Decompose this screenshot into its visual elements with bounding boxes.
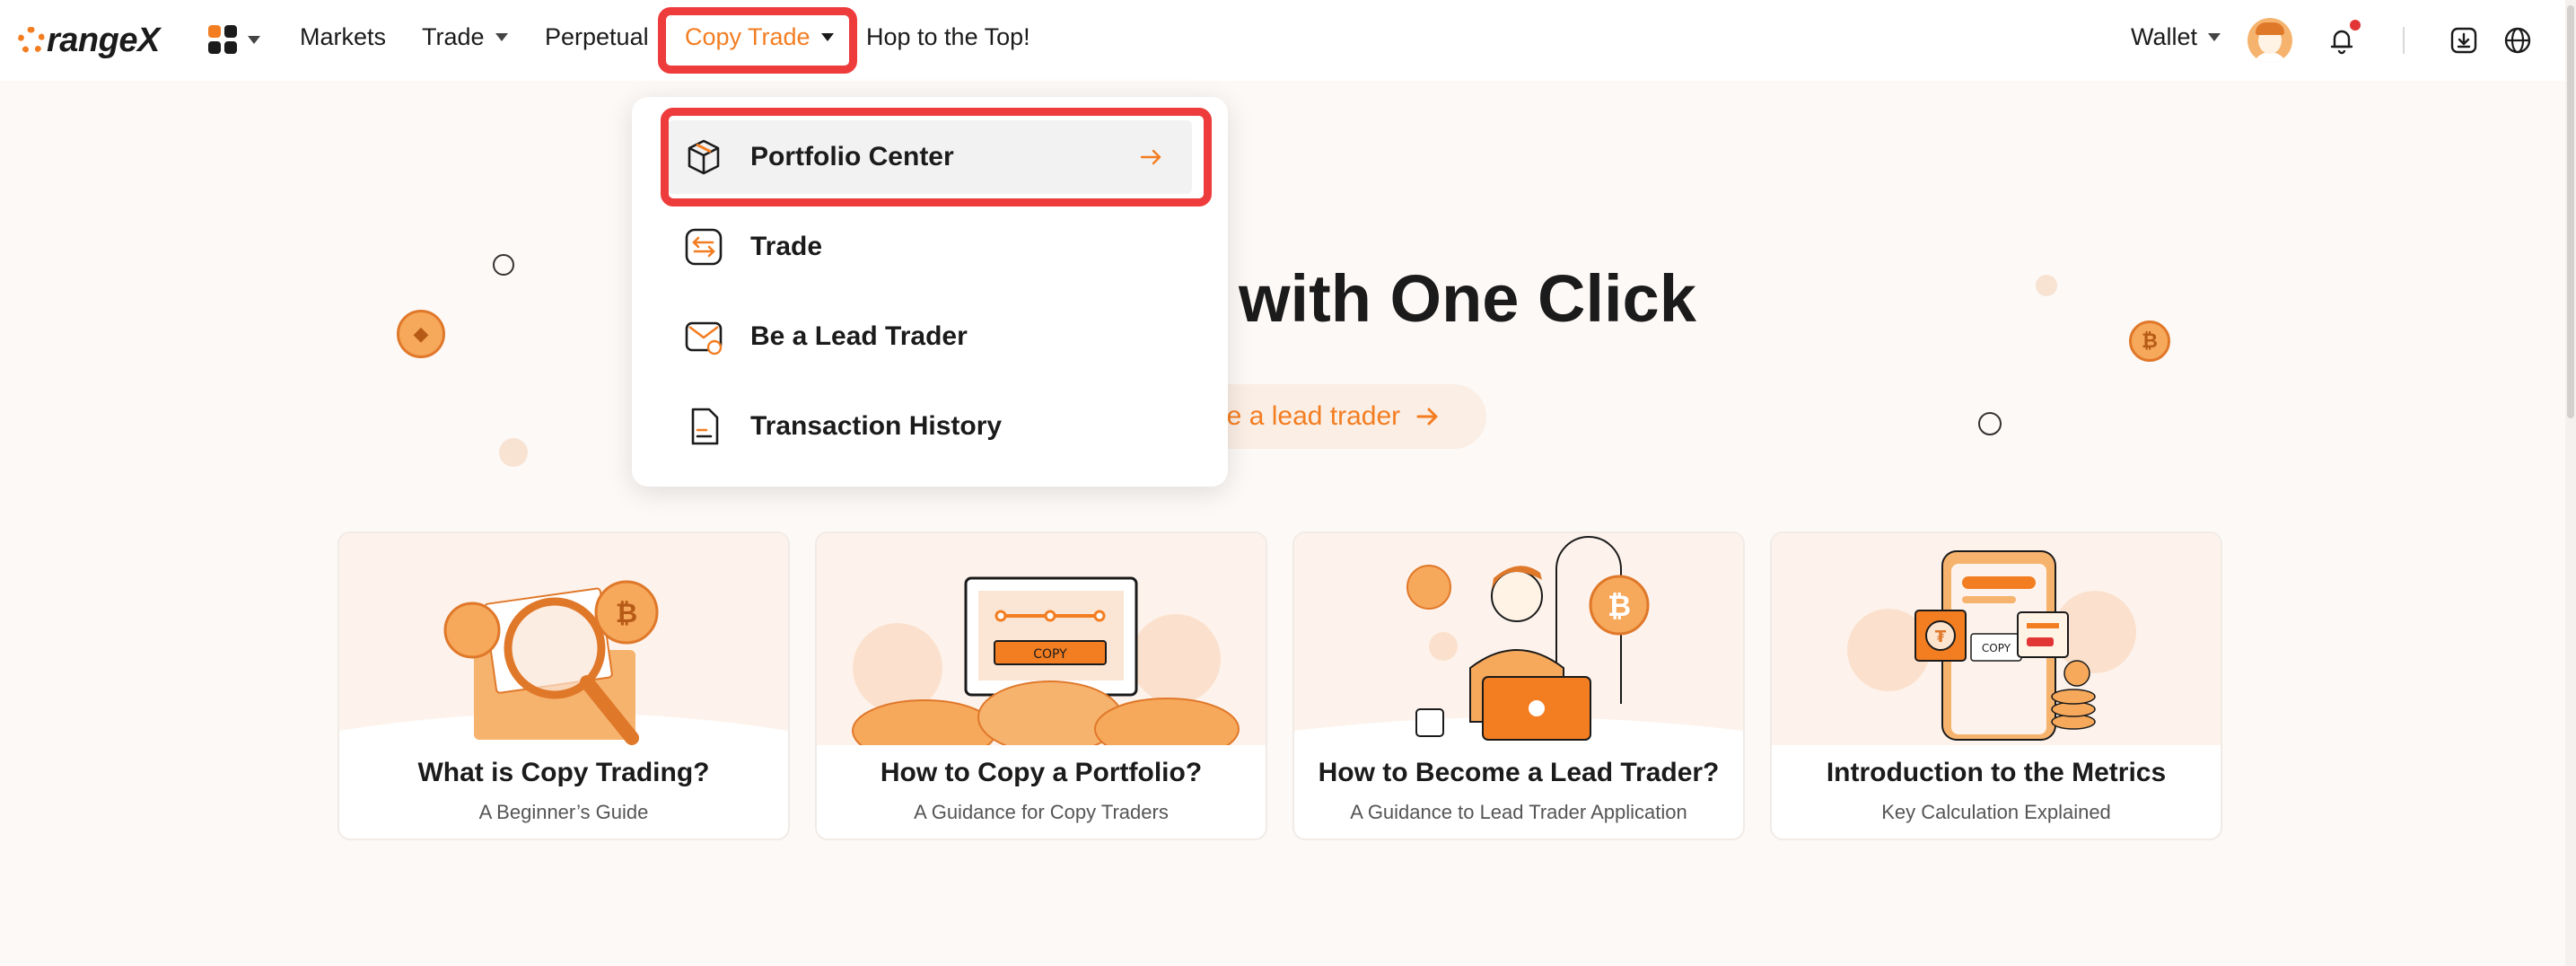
mail-icon bbox=[685, 321, 723, 356]
nav-divider bbox=[2403, 27, 2405, 54]
menu-item-label: Transaction History bbox=[750, 411, 1003, 441]
scrollbar-thumb[interactable] bbox=[2567, 5, 2574, 418]
nav-markets-label: Markets bbox=[300, 23, 387, 50]
card-subtitle: A Guidance for Copy Traders bbox=[914, 801, 1169, 823]
menu-item-transaction-history[interactable]: Transaction History bbox=[668, 390, 1192, 463]
globe-icon[interactable] bbox=[2502, 25, 2533, 56]
decor-dot bbox=[2036, 275, 2057, 296]
laptop-illustration: COPY bbox=[817, 533, 1266, 745]
menu-item-portfolio-center[interactable]: Portfolio Center bbox=[668, 120, 1192, 194]
swap-icon bbox=[685, 228, 723, 266]
clock-decoration-icon bbox=[1978, 412, 2002, 435]
card-title: How to Become a Lead Trader? bbox=[1318, 758, 1720, 787]
card-subtitle: A Guidance to Lead Trader Application bbox=[1350, 801, 1687, 823]
notification-dot bbox=[2350, 20, 2361, 31]
svg-text:₿: ₿ bbox=[1608, 589, 1631, 623]
svg-text:₮: ₮ bbox=[1935, 628, 1947, 646]
hero-title: with One Click bbox=[1239, 261, 1696, 336]
svg-text:COPY: COPY bbox=[1982, 642, 2011, 654]
card-what-is-copy-trading[interactable]: ₿ What is Copy Trading? A Beginner’s Gui… bbox=[337, 531, 790, 840]
card-title: Introduction to the Metrics bbox=[1826, 758, 2167, 787]
nav-perpetual-label: Perpetual bbox=[545, 23, 649, 50]
svg-text:₿: ₿ bbox=[616, 598, 637, 629]
nav-trade[interactable]: Trade bbox=[422, 23, 508, 51]
nav-hop-label: Hop to the Top! bbox=[866, 23, 1030, 50]
card-title: How to Copy a Portfolio? bbox=[880, 758, 1203, 787]
menu-item-label: Portfolio Center bbox=[750, 142, 954, 171]
card-how-to-become-a-lead-trader[interactable]: ₿ How to Become a Lead Trader? A Guidanc… bbox=[1292, 531, 1745, 840]
coin-decoration-icon: ◆ bbox=[397, 310, 445, 358]
nav-copy-trade-label: Copy Trade bbox=[685, 23, 810, 50]
menu-item-label: Be a Lead Trader bbox=[750, 321, 968, 351]
chevron-down-icon bbox=[248, 35, 260, 44]
magnifier-illustration: ₿ bbox=[339, 533, 788, 745]
orangex-logo[interactable]: rangeX bbox=[18, 18, 160, 63]
arrow-right-icon bbox=[1140, 149, 1161, 165]
metrics-phone-illustration: ₮ COPY bbox=[1772, 533, 2221, 745]
download-icon[interactable] bbox=[2449, 25, 2479, 56]
nav-hop-to-the-top[interactable]: Hop to the Top! bbox=[866, 23, 1030, 51]
chevron-down-icon bbox=[820, 33, 834, 41]
decor-dot bbox=[499, 438, 528, 467]
menu-item-label: Trade bbox=[750, 232, 823, 261]
bitcoin-decoration-icon: ₿ bbox=[2129, 321, 2170, 362]
nav-trade-label: Trade bbox=[422, 23, 485, 50]
become-lead-trader-label: be a lead trader bbox=[1212, 401, 1401, 431]
menu-item-trade[interactable]: Trade bbox=[668, 210, 1192, 284]
card-introduction-to-the-metrics[interactable]: ₮ COPY Introduction to the Metrics Key C… bbox=[1770, 531, 2222, 840]
card-how-to-copy-a-portfolio[interactable]: COPY How to Copy a Portfolio? A Guidance… bbox=[815, 531, 1267, 840]
logo-text: rangeX bbox=[47, 21, 160, 59]
apps-menu-button[interactable] bbox=[208, 25, 260, 54]
clock-decoration-icon bbox=[493, 254, 514, 276]
apps-grid-icon bbox=[208, 25, 237, 54]
user-avatar[interactable] bbox=[2247, 18, 2292, 63]
nav-perpetual[interactable]: Perpetual bbox=[545, 23, 649, 51]
card-subtitle: A Beginner’s Guide bbox=[478, 801, 649, 823]
chevron-down-icon bbox=[2208, 33, 2221, 41]
card-subtitle: Key Calculation Explained bbox=[1881, 801, 2111, 823]
logo-mark bbox=[18, 27, 45, 54]
menu-item-be-a-lead-trader[interactable]: Be a Lead Trader bbox=[668, 300, 1192, 373]
nav-markets[interactable]: Markets bbox=[300, 23, 386, 51]
wallet-label: Wallet bbox=[2131, 23, 2198, 50]
chevron-down-icon bbox=[495, 33, 508, 41]
cube-icon bbox=[688, 139, 720, 175]
lead-trader-illustration: ₿ bbox=[1294, 533, 1743, 745]
nav-copy-trade[interactable]: Copy Trade bbox=[685, 23, 834, 51]
arrow-right-icon bbox=[1416, 408, 1438, 426]
top-navbar: rangeX Markets Trade Perpetual Copy Trad… bbox=[0, 0, 2576, 81]
svg-text:COPY: COPY bbox=[1033, 647, 1067, 662]
copy-trade-dropdown: Portfolio Center Trade Be a Lead Trader bbox=[632, 97, 1228, 487]
card-title: What is Copy Trading? bbox=[417, 758, 710, 787]
document-icon bbox=[691, 408, 719, 445]
wallet-menu[interactable]: Wallet bbox=[2131, 23, 2221, 51]
